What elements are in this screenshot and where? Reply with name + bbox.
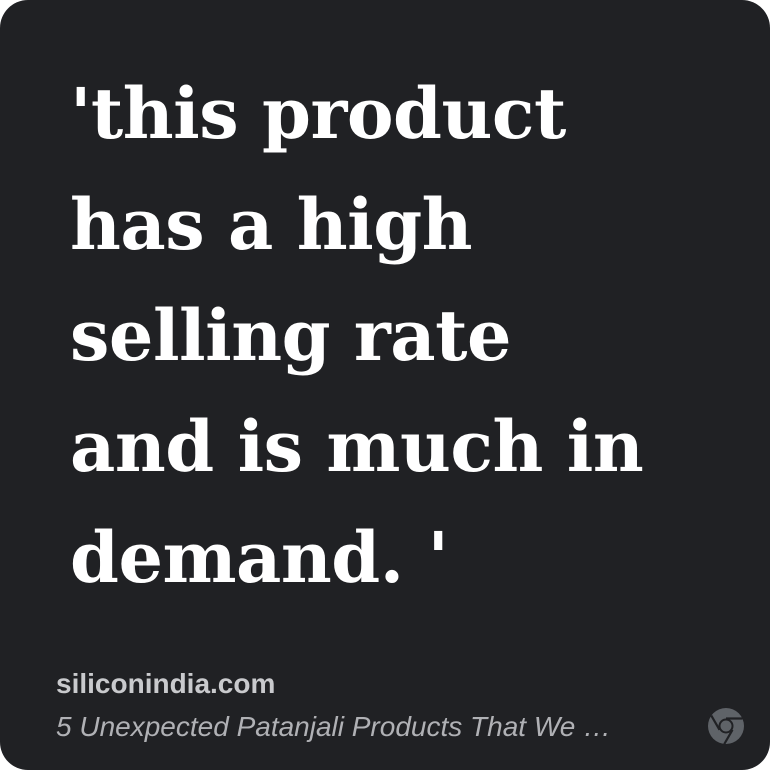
source-domain[interactable]: siliconindia.com <box>56 666 275 702</box>
quote-text: 'this product has a high selling rate an… <box>70 72 644 599</box>
chrome-icon[interactable] <box>706 706 746 746</box>
article-title[interactable]: 5 Unexpected Patanjali Products That We … <box>56 708 676 746</box>
quote-card[interactable]: 'this product has a high selling rate an… <box>0 0 770 770</box>
chrome-icon-graphic <box>708 708 744 745</box>
